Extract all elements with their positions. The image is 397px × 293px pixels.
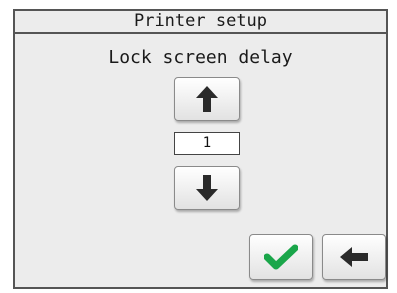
arrow-up-icon	[195, 85, 219, 113]
confirm-button[interactable]	[249, 234, 313, 280]
setting-label: Lock screen delay	[108, 47, 293, 68]
arrow-left-icon	[339, 246, 369, 268]
back-button[interactable]	[322, 234, 386, 280]
checkmark-icon	[264, 244, 298, 270]
arrow-down-icon	[195, 174, 219, 202]
printer-setup-screen: Printer setup Lock screen delay 1	[13, 9, 388, 289]
delay-value-field[interactable]: 1	[174, 132, 240, 155]
page-title: Printer setup	[15, 11, 386, 34]
increase-button[interactable]	[174, 77, 240, 121]
decrease-button[interactable]	[174, 166, 240, 210]
